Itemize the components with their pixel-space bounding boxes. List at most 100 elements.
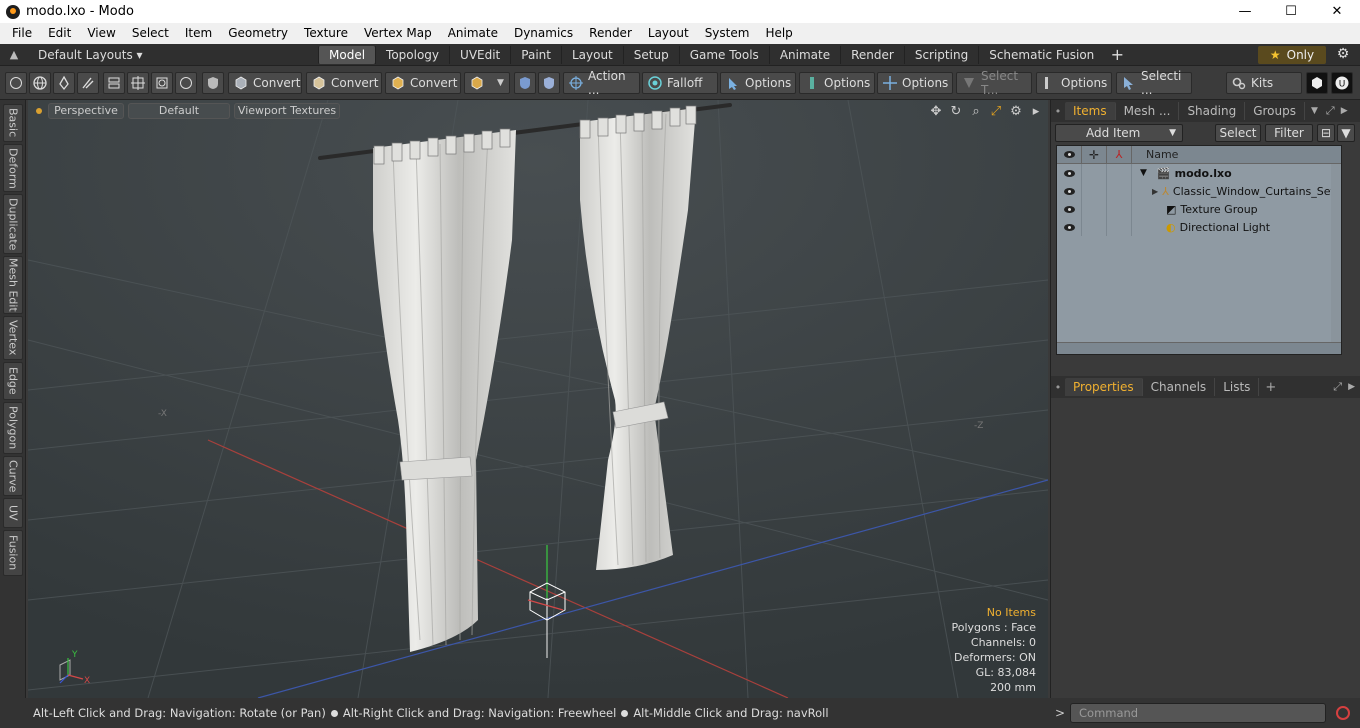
material-mode-button[interactable] <box>202 72 224 94</box>
snap-button[interactable] <box>514 72 536 94</box>
command-input[interactable]: Command <box>1070 703 1326 723</box>
rotate-icon[interactable]: ↻ <box>948 103 964 119</box>
options-button-3[interactable]: Options <box>877 72 953 94</box>
tab-scripting[interactable]: Scripting <box>903 45 978 64</box>
symmetry-dropdown[interactable]: ▼ <box>464 72 510 94</box>
collapse-arrow-icon[interactable]: ▲ <box>0 48 28 61</box>
tab-topology[interactable]: Topology <box>375 45 449 64</box>
menu-geometry[interactable]: Geometry <box>220 23 296 44</box>
pan-icon[interactable]: ✥ <box>928 103 944 119</box>
item-row-texture-group[interactable]: ◩ Texture Group <box>1057 200 1341 218</box>
viewport-gear-icon[interactable]: ⚙ <box>1008 103 1024 119</box>
tab-basic[interactable]: Basic <box>3 104 23 142</box>
select-sphere-button[interactable] <box>29 72 51 94</box>
tabs-overflow-icon[interactable]: ▼ <box>1311 106 1318 116</box>
menu-vertex-map[interactable]: Vertex Map <box>356 23 440 44</box>
default-layouts-dropdown[interactable]: Default Layouts ▾ <box>28 48 318 62</box>
menu-layout[interactable]: Layout <box>640 23 697 44</box>
view-perspective-dropdown[interactable]: Perspective <box>48 103 124 119</box>
item-row-directional-light[interactable]: ◐ Directional Light <box>1057 218 1341 236</box>
tab-uv[interactable]: UV <box>3 498 23 528</box>
3d-viewport[interactable]: Y X -X -Z Perspective Default Viewport T… <box>28 100 1048 698</box>
maximize-button[interactable]: ☐ <box>1268 0 1314 23</box>
visibility-toggle[interactable] <box>1057 200 1082 218</box>
pivot-mode-button[interactable] <box>175 72 197 94</box>
polygon-mode-button[interactable] <box>127 72 149 94</box>
viewport-menu-dot[interactable] <box>36 108 42 114</box>
tab-channels[interactable]: Channels <box>1143 378 1216 396</box>
item-row-scene[interactable]: ▼ 🎬 modo.lxo <box>1057 164 1341 182</box>
select-button[interactable]: Select <box>1215 124 1261 142</box>
filter-button[interactable]: Filter <box>1265 124 1313 142</box>
unreal-button[interactable]: U <box>1331 72 1353 94</box>
brush-tool-button[interactable] <box>77 72 99 94</box>
falloff-button[interactable]: Falloff <box>642 72 718 94</box>
menu-system[interactable]: System <box>697 23 758 44</box>
tab-uvedit[interactable]: UVEdit <box>449 45 510 64</box>
tab-duplicate[interactable]: Duplicate <box>3 194 23 254</box>
lock-column-header[interactable]: ✛ <box>1082 145 1107 164</box>
panel-menu-dot[interactable]: • <box>1051 105 1065 118</box>
menu-item[interactable]: Item <box>177 23 220 44</box>
tab-polygon[interactable]: Polygon <box>3 402 23 454</box>
visibility-toggle[interactable] <box>1057 164 1082 182</box>
tab-items[interactable]: Items <box>1065 102 1116 120</box>
play-arrow-icon[interactable]: ▸ <box>1028 103 1044 119</box>
tab-properties[interactable]: Properties <box>1065 378 1143 396</box>
tab-schematic-fusion[interactable]: Schematic Fusion <box>978 45 1104 64</box>
tab-groups[interactable]: Groups <box>1245 102 1305 120</box>
options-button-4[interactable]: Options <box>1036 72 1112 94</box>
funnel-icon[interactable]: ▼ <box>1337 124 1355 142</box>
tab-layout[interactable]: Layout <box>560 45 623 64</box>
item-list-vertical-scrollbar[interactable] <box>1331 164 1341 344</box>
edge-mode-button[interactable] <box>103 72 125 94</box>
menu-render[interactable]: Render <box>581 23 640 44</box>
menu-texture[interactable]: Texture <box>296 23 356 44</box>
selection-sets-button[interactable]: Selecti ... <box>1116 69 1192 97</box>
visibility-toggle[interactable] <box>1057 182 1082 200</box>
command-history-button[interactable] <box>1332 702 1354 724</box>
collapse-icon[interactable]: ⊟ <box>1317 124 1335 142</box>
expand-arrow-icon[interactable]: ▼ <box>1140 168 1147 178</box>
add-layout-tab-button[interactable]: + <box>1104 45 1130 64</box>
convert-button-3[interactable]: Convert <box>385 72 461 94</box>
gear-icon[interactable]: ⚙ <box>1334 46 1352 64</box>
menu-animate[interactable]: Animate <box>440 23 506 44</box>
kits-button[interactable]: Kits <box>1226 72 1302 94</box>
visibility-toggle[interactable] <box>1057 218 1082 236</box>
minimize-button[interactable]: — <box>1222 0 1268 23</box>
convert-button-1[interactable]: Convert <box>228 72 302 94</box>
viewport-textures-dropdown[interactable]: Viewport Textures <box>234 103 340 119</box>
panel-arrow-icon[interactable]: ▶ <box>1341 106 1348 116</box>
tab-game-tools[interactable]: Game Tools <box>678 45 769 64</box>
menu-view[interactable]: View <box>79 23 123 44</box>
tab-deform[interactable]: Deform <box>3 144 23 192</box>
panel-arrow-icon[interactable]: ▶ <box>1348 382 1355 392</box>
expand-panel-icon[interactable]: ⤢ <box>1333 380 1342 394</box>
tab-model[interactable]: Model <box>318 45 376 64</box>
zoom-icon[interactable]: ⌕ <box>968 103 984 119</box>
options-button-1[interactable]: Options <box>720 72 796 94</box>
options-button-2[interactable]: Options <box>799 72 875 94</box>
add-item-dropdown[interactable]: Add Item ▼ <box>1055 124 1183 142</box>
item-list-horizontal-scrollbar[interactable] <box>1057 342 1341 354</box>
tab-paint[interactable]: Paint <box>510 45 561 64</box>
visibility-column-header[interactable] <box>1057 145 1082 164</box>
tab-fusion[interactable]: Fusion <box>3 530 23 576</box>
tab-setup[interactable]: Setup <box>622 45 679 64</box>
menu-dynamics[interactable]: Dynamics <box>506 23 581 44</box>
menu-file[interactable]: File <box>4 23 40 44</box>
workplane-button[interactable] <box>538 72 560 94</box>
tab-edge[interactable]: Edge <box>3 362 23 400</box>
shading-default-dropdown[interactable]: Default <box>128 103 230 119</box>
tab-render[interactable]: Render <box>840 45 904 64</box>
convert-button-2[interactable]: Convert <box>306 72 382 94</box>
tab-lists[interactable]: Lists <box>1215 378 1260 396</box>
unity-button[interactable] <box>1306 72 1328 94</box>
tab-mesh-edit[interactable]: Mesh Edit <box>3 256 23 314</box>
expand-panel-icon[interactable]: ⤢ <box>1326 104 1335 118</box>
tab-mesh[interactable]: Mesh ... <box>1116 102 1180 120</box>
menu-edit[interactable]: Edit <box>40 23 79 44</box>
add-tab-button[interactable]: + <box>1265 380 1276 395</box>
expand-arrow-icon[interactable]: ▶ <box>1152 187 1158 196</box>
